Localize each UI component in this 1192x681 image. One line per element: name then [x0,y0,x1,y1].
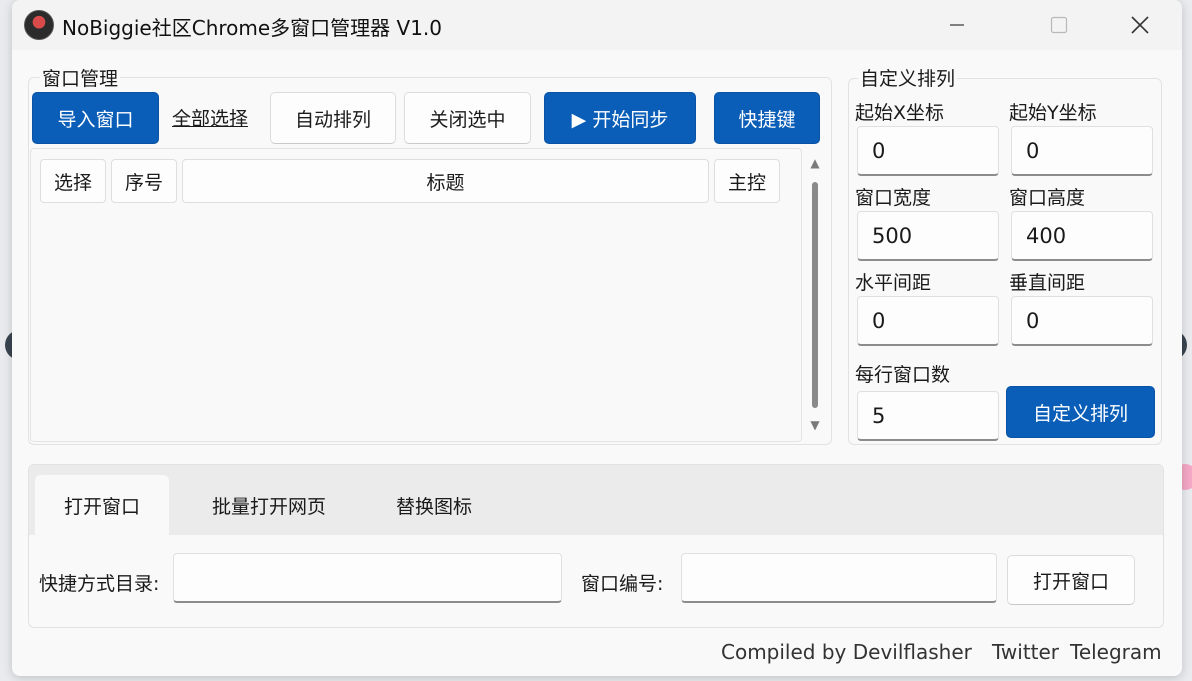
custom-arrange-legend: 自定义排列 [858,64,958,91]
window-management-legend: 窗口管理 [40,64,121,91]
tab-strip: 打开窗口 批量打开网页 替换图标 [29,465,1163,535]
windows-per-row-input[interactable]: 5 [857,391,999,441]
telegram-link[interactable]: Telegram [1070,640,1162,664]
window-title: NoBiggie社区Chrome多窗口管理器 V1.0 [62,16,443,40]
window-height-input[interactable]: 400 [1011,211,1153,261]
scroll-up-icon[interactable]: ▲ [808,156,822,170]
window-width-input[interactable]: 500 [857,211,999,261]
column-header-title[interactable]: 标题 [182,159,709,203]
tab-open-window[interactable]: 打开窗口 [35,475,169,535]
minimize-icon [950,24,964,26]
shortcut-dir-input[interactable] [173,553,562,603]
select-all-link[interactable]: 全部选择 [172,104,248,131]
scroll-down-icon[interactable]: ▼ [808,418,822,432]
table-scrollbar[interactable]: ▲ ▼ [805,150,825,440]
compiled-by-text: Compiled by Devilflasher [721,640,972,664]
shortcut-dir-label: 快捷方式目录: [39,573,160,595]
minimize-button[interactable] [927,0,987,50]
start-y-input[interactable]: 0 [1011,126,1153,176]
custom-arrange-button[interactable]: 自定义排列 [1006,386,1155,438]
open-window-button[interactable]: 打开窗口 [1007,555,1135,605]
app-window: NoBiggie社区Chrome多窗口管理器 V1.0 窗口管理 导入窗口 全部… [12,0,1182,676]
window-number-label: 窗口编号: [581,573,664,595]
start-x-input[interactable]: 0 [857,126,999,176]
window-height-label: 窗口高度 [1009,187,1086,209]
horizontal-gap-label: 水平间距 [855,272,932,294]
tab-replace-icons[interactable]: 替换图标 [369,475,499,535]
start-sync-button[interactable]: ▶ 开始同步 [544,92,696,144]
window-width-label: 窗口宽度 [855,187,932,209]
twitter-link[interactable]: Twitter [992,640,1059,664]
tabs-panel: 打开窗口 批量打开网页 替换图标 快捷方式目录: 窗口编号: 打开窗口 [28,464,1164,628]
tab-batch-open-pages[interactable]: 批量打开网页 [189,475,349,535]
title-bar: NoBiggie社区Chrome多窗口管理器 V1.0 [12,0,1182,50]
scroll-thumb[interactable] [812,182,818,408]
auto-arrange-button[interactable]: 自动排列 [270,92,396,144]
column-header-index[interactable]: 序号 [111,159,177,203]
start-y-label: 起始Y坐标 [1009,102,1097,124]
window-number-input[interactable] [681,553,997,603]
hotkey-button[interactable]: 快捷键 [714,92,820,144]
maximize-button[interactable] [1029,0,1089,50]
column-header-master[interactable]: 主控 [714,159,780,203]
windows-per-row-label: 每行窗口数 [855,364,951,386]
close-icon [1131,16,1149,34]
import-window-button[interactable]: 导入窗口 [32,92,159,144]
window-table: 选择 序号 标题 主控 [30,148,802,442]
vertical-gap-label: 垂直间距 [1009,272,1086,294]
vertical-gap-input[interactable]: 0 [1011,296,1153,346]
close-button[interactable] [1110,0,1170,50]
maximize-icon [1050,16,1068,34]
close-selected-button[interactable]: 关闭选中 [404,92,531,144]
horizontal-gap-input[interactable]: 0 [857,296,999,346]
app-logo-icon [24,10,54,40]
start-x-label: 起始X坐标 [855,102,945,124]
column-header-select[interactable]: 选择 [40,159,106,203]
